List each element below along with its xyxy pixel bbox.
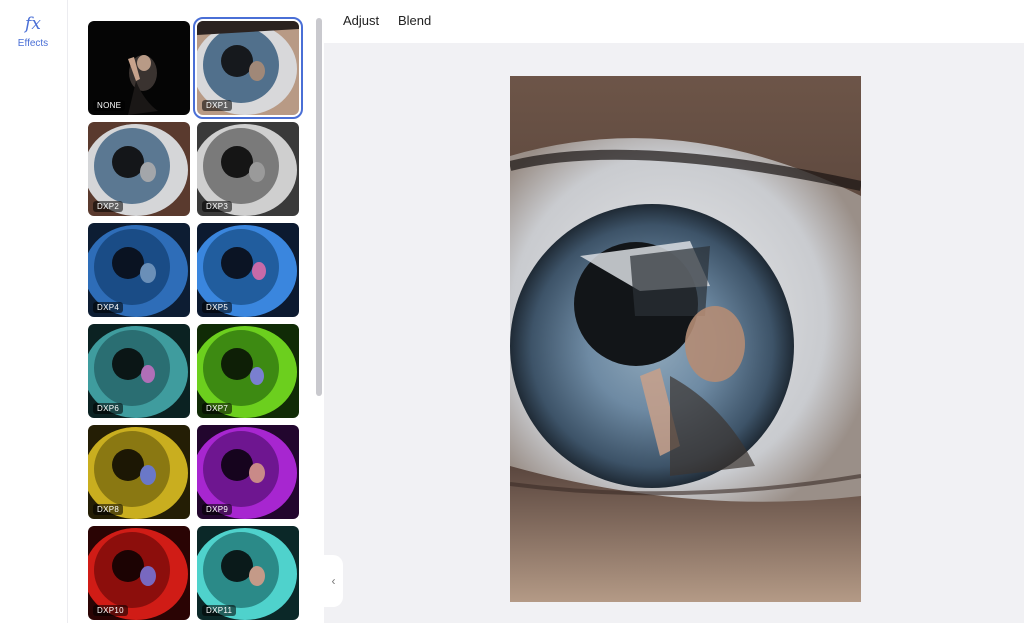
- fx-icon: fx: [25, 14, 41, 34]
- tab-blend[interactable]: Blend: [398, 13, 431, 28]
- scrollbar-thumb[interactable]: [316, 18, 322, 396]
- effect-label: DXP6: [93, 403, 124, 414]
- tool-rail: fx Effects: [0, 0, 68, 623]
- effect-label: DXP9: [202, 504, 233, 515]
- canvas-area: Adjust Blend ‹: [324, 0, 1024, 623]
- effects-panel: NONE DXP1 DXP2 DXP3 DXP4 DXP5 DXP6 DXP7 …: [68, 0, 313, 623]
- effect-label: DXP4: [93, 302, 124, 313]
- photo-editor: fx Effects NONE DXP1 DXP2 DXP3 DXP4 DXP5…: [0, 0, 1024, 623]
- effect-label: DXP7: [202, 403, 233, 414]
- effect-tile-dxp3[interactable]: DXP3: [197, 122, 299, 216]
- tab-adjust[interactable]: Adjust: [343, 13, 379, 28]
- effect-tile-dxp2[interactable]: DXP2: [88, 122, 190, 216]
- effect-tile-dxp7[interactable]: DXP7: [197, 324, 299, 418]
- effect-label: DXP5: [202, 302, 233, 313]
- effect-label: DXP10: [93, 605, 128, 616]
- effect-label: DXP11: [202, 605, 237, 616]
- rail-item-label: Effects: [17, 38, 49, 49]
- chevron-left-icon: ‹: [331, 574, 336, 588]
- effect-tile-dxp5[interactable]: DXP5: [197, 223, 299, 317]
- collapse-panel-button[interactable]: ‹: [324, 555, 343, 607]
- effect-label: DXP8: [93, 504, 124, 515]
- effect-label: NONE: [93, 100, 126, 111]
- effect-label: DXP3: [202, 201, 233, 212]
- image-preview: [510, 76, 861, 602]
- top-toolbar: Adjust Blend: [324, 0, 1024, 43]
- effect-tile-dxp10[interactable]: DXP10: [88, 526, 190, 620]
- effect-tile-dxp8[interactable]: DXP8: [88, 425, 190, 519]
- effect-tile-dxp4[interactable]: DXP4: [88, 223, 190, 317]
- effect-tile-dxp1[interactable]: DXP1: [193, 17, 303, 119]
- effect-tile-dxp11[interactable]: DXP11: [197, 526, 299, 620]
- effect-label: DXP2: [93, 201, 124, 212]
- effect-label: DXP1: [202, 100, 233, 111]
- effect-tile-none[interactable]: NONE: [88, 21, 190, 115]
- effect-tile-dxp6[interactable]: DXP6: [88, 324, 190, 418]
- effect-tile-dxp9[interactable]: DXP9: [197, 425, 299, 519]
- effects-scrollbar[interactable]: [313, 8, 323, 618]
- rail-item-effects[interactable]: fx Effects: [4, 12, 62, 58]
